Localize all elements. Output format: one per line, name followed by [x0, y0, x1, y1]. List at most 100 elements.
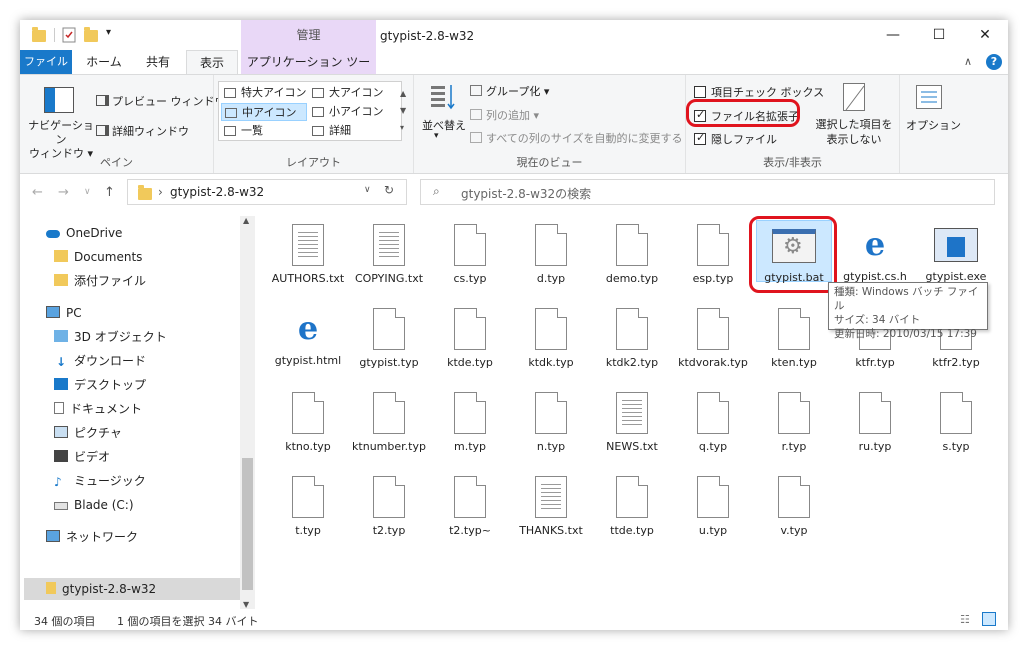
new-folder-icon[interactable]	[84, 27, 98, 43]
refresh-icon[interactable]: ↻	[384, 183, 394, 197]
add-column-button[interactable]: 列の追加 ▾	[470, 107, 539, 123]
tab-view[interactable]: 表示	[186, 50, 238, 75]
nav-item-network[interactable]: ネットワーク	[46, 526, 138, 548]
options-button[interactable]: オプション	[906, 117, 961, 133]
recent-locations-icon[interactable]: ∨	[84, 187, 91, 197]
maximize-button[interactable]: ☐	[916, 20, 962, 50]
file-item[interactable]: t.typ	[270, 472, 346, 538]
file-item[interactable]: gtypist.exe	[918, 220, 994, 284]
sort-dropdown-icon[interactable]: ▾	[434, 131, 439, 141]
fit-columns-button[interactable]: すべての列のサイズを自動的に変更する	[470, 130, 682, 146]
file-item[interactable]: d.typ	[513, 220, 589, 286]
layout-small-icons[interactable]: 小アイコン	[309, 103, 395, 121]
breadcrumb[interactable]: gtypist-2.8-w32	[170, 185, 264, 199]
layout-list[interactable]: 一覧	[221, 122, 307, 140]
file-item[interactable]: ktdk.typ	[513, 304, 589, 370]
layout-scroll-icon[interactable]: ▲ ▼ ▾	[400, 85, 406, 136]
file-item[interactable]: ktdvorak.typ	[675, 304, 751, 370]
file-item[interactable]: cs.typ	[432, 220, 508, 286]
file-item[interactable]: ru.typ	[837, 388, 913, 454]
file-item[interactable]: ktno.typ	[270, 388, 346, 454]
nav-item-attachments[interactable]: 添付ファイル	[54, 270, 146, 292]
checkbox[interactable]	[694, 86, 706, 98]
file-item[interactable]: r.typ	[756, 388, 832, 454]
nav-item-drive-c[interactable]: Blade (C:)	[54, 494, 134, 516]
file-item[interactable]: ktde.typ	[432, 304, 508, 370]
nav-scrollbar[interactable]: ▲ ▼	[240, 216, 255, 609]
nav-item-desktop[interactable]: デスクトップ	[54, 374, 146, 396]
file-item[interactable]: AUTHORS.txt	[270, 220, 346, 286]
nav-item-downloads[interactable]: ↓ ダウンロード	[54, 350, 146, 372]
minimize-button[interactable]: —	[870, 20, 916, 50]
layout-extra-large-icons[interactable]: 特大アイコン	[221, 84, 307, 102]
file-item[interactable]: demo.typ	[594, 220, 670, 286]
file-item[interactable]: e gtypist.cs.h	[837, 220, 913, 284]
file-item[interactable]: esp.typ	[675, 220, 751, 286]
back-icon[interactable]: ←	[32, 185, 43, 200]
file-item[interactable]: s.typ	[918, 388, 994, 454]
nav-item-onedrive[interactable]: OneDrive	[46, 222, 122, 244]
layout-medium-icons[interactable]: 中アイコン	[221, 103, 307, 121]
quick-access-dropdown-icon[interactable]: ▾	[106, 27, 118, 43]
hide-selected-icon[interactable]	[843, 83, 865, 111]
layout-large-icons[interactable]: 大アイコン	[309, 84, 395, 102]
details-view-icon[interactable]: ☷	[960, 613, 970, 626]
file-item[interactable]: q.typ	[675, 388, 751, 454]
address-dropdown-icon[interactable]: ∨	[364, 185, 371, 195]
address-bar[interactable]: › gtypist-2.8-w32 ∨ ↻	[127, 179, 407, 205]
file-item[interactable]: t2.typ~	[432, 472, 508, 538]
layout-details[interactable]: 詳細	[309, 122, 395, 140]
nav-item-my-documents[interactable]: ドキュメント	[54, 398, 142, 420]
close-button[interactable]: ✕	[962, 20, 1008, 50]
search-input[interactable]: gtypist-2.8-w32の検索	[461, 185, 591, 202]
file-item[interactable]: v.typ	[756, 472, 832, 538]
nav-item-music[interactable]: ♪ ミュージック	[54, 470, 146, 492]
details-pane-button[interactable]: 詳細ウィンドウ	[96, 123, 189, 139]
file-item[interactable]: ktdk2.typ	[594, 304, 670, 370]
file-item[interactable]: THANKS.txt	[513, 472, 589, 538]
search-box[interactable]: ⌕ gtypist-2.8-w32の検索	[420, 179, 995, 205]
folder-icon[interactable]	[32, 27, 46, 43]
ribbon-group-current-view: 並べ替え ▾ グループ化 ▾ 列の追加 ▾ すべての列のサイズを自動的に変更する…	[414, 75, 686, 173]
file-item[interactable]: ttde.typ	[594, 472, 670, 538]
tab-file[interactable]: ファイル	[20, 50, 72, 74]
group-by-button[interactable]: グループ化 ▾	[470, 83, 549, 99]
file-item[interactable]: NEWS.txt	[594, 388, 670, 454]
checkbox[interactable]	[694, 131, 706, 145]
nav-item-pictures[interactable]: ピクチャ	[54, 422, 122, 444]
hide-selected-button[interactable]: 選択した項目を 表示しない	[814, 117, 894, 147]
sort-icon[interactable]	[430, 83, 456, 111]
scroll-down-icon[interactable]: ▼	[243, 600, 249, 609]
nav-item-pc[interactable]: PC	[46, 302, 82, 324]
properties-icon[interactable]	[62, 27, 76, 43]
file-item[interactable]: t2.typ	[351, 472, 427, 538]
help-icon[interactable]: ?	[986, 54, 1002, 70]
file-item[interactable]: u.typ	[675, 472, 751, 538]
nav-item-gtypist[interactable]: gtypist-2.8-w32	[24, 578, 240, 600]
large-icons-view-icon[interactable]	[982, 612, 996, 626]
item-checkbox-toggle[interactable]: 項目チェック ボックス	[694, 84, 824, 100]
options-icon[interactable]	[916, 85, 942, 109]
file-item[interactable]: e gtypist.html	[270, 304, 346, 368]
navigation-pane-icon[interactable]	[44, 87, 74, 113]
hidden-files-toggle[interactable]: 隠しファイル	[694, 131, 777, 147]
sort-button[interactable]: 並べ替え	[422, 117, 466, 133]
nav-item-3d-objects[interactable]: 3D オブジェクト	[54, 326, 167, 348]
file-item[interactable]: n.typ	[513, 388, 589, 454]
file-item[interactable]: COPYING.txt	[351, 220, 427, 286]
scroll-up-icon[interactable]: ▲	[243, 216, 249, 225]
nav-item-videos[interactable]: ビデオ	[54, 446, 110, 468]
forward-icon[interactable]: →	[58, 185, 69, 200]
scroll-thumb[interactable]	[242, 458, 253, 590]
tab-app-tools[interactable]: アプリケーション ツール	[241, 50, 376, 93]
preview-pane-button[interactable]: プレビュー ウィンドウ	[96, 93, 226, 109]
collapse-ribbon-icon[interactable]: ∧	[964, 55, 972, 68]
up-icon[interactable]: ↑	[104, 185, 115, 200]
file-item[interactable]: kten.typ	[756, 304, 832, 370]
file-item[interactable]: ktnumber.typ	[351, 388, 427, 454]
tab-home[interactable]: ホーム	[80, 50, 128, 74]
nav-item-documents[interactable]: Documents	[54, 246, 142, 268]
file-item[interactable]: gtypist.typ	[351, 304, 427, 370]
tab-share[interactable]: 共有	[134, 50, 182, 74]
file-item[interactable]: m.typ	[432, 388, 508, 454]
